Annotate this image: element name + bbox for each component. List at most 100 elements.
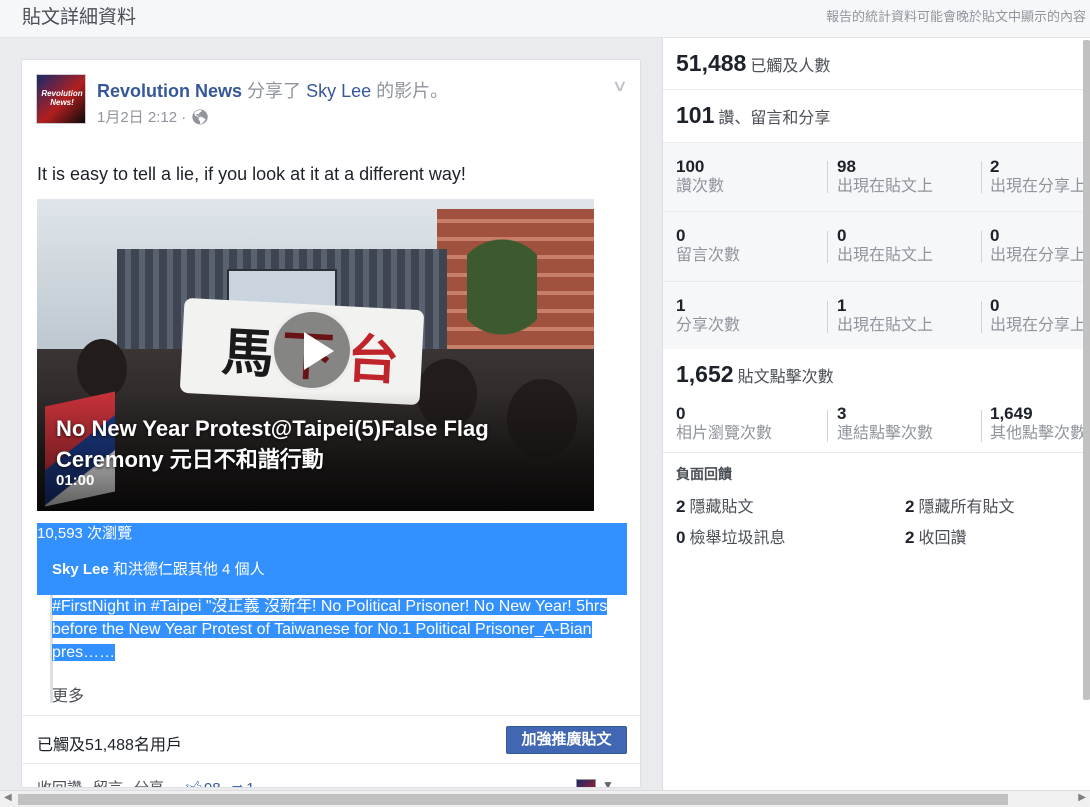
stat-value: 0	[676, 404, 686, 423]
separator: ·	[85, 780, 90, 787]
post-message: It is easy to tell a lie, if you look at…	[37, 164, 466, 184]
banner-char: 馬	[220, 321, 276, 386]
stat-value: 2	[990, 157, 1000, 176]
stat-value: 2	[905, 497, 915, 516]
play-button[interactable]	[271, 309, 353, 391]
video-crowd-head	[77, 339, 127, 399]
horizontal-scrollbar[interactable]: ◀ ▶	[0, 790, 1090, 807]
chevron-down-icon[interactable]: ∨	[612, 76, 628, 96]
post-card: Revolution News! Revolution News 分享了 Sky…	[21, 59, 641, 788]
shares-total: 1 分享次數	[676, 296, 740, 336]
separator: ·	[167, 780, 172, 787]
share-count[interactable]: 1	[246, 780, 254, 787]
divider	[663, 452, 1090, 453]
engagement-breakdown: 100 讚次數 98 出現在貼文上 2 出現在分享上 0 留言次數 0 出現在貼文上 0 出…	[663, 143, 1090, 349]
video-description-text: #FirstNight in #Taipei "沒正義 沒新年! No Poli…	[52, 595, 627, 664]
stat-label: 留言次數	[676, 247, 741, 264]
page-avatar[interactable]: Revolution News!	[36, 74, 86, 124]
hide-post-stat: 2 隱藏貼文	[676, 493, 753, 517]
stat-label: 相片瀏覽次數	[676, 425, 773, 442]
stat-label: 檢舉垃圾訊息	[689, 530, 786, 547]
shared-verb: 分享了	[247, 81, 302, 101]
link-clicks: 3 連結點擊次數	[837, 404, 933, 444]
stat-label: 出現在分享上	[990, 178, 1087, 195]
engagement-label: 讚、留言和分享	[718, 110, 831, 127]
unlike-page-stat: 2 收回讚	[905, 524, 966, 548]
boost-post-button[interactable]: 加強推廣貼文	[506, 726, 627, 754]
stat-value: 0	[990, 226, 1000, 245]
banner-char: 台	[345, 328, 401, 393]
stat-label: 讚次數	[676, 178, 725, 195]
report-spam-stat: 0 檢舉垃圾訊息	[676, 524, 785, 548]
video-title: No New Year Protest@Taipei(5)False Flag …	[56, 416, 489, 472]
scrollbar-thumb[interactable]	[18, 794, 1008, 805]
video-duration: 01:00	[56, 472, 95, 489]
like-count[interactable]: 98	[204, 780, 221, 787]
acting-as-avatar[interactable]	[576, 779, 596, 787]
comments-on-shares: 0 出現在分享上	[990, 226, 1086, 266]
hide-all-posts-stat: 2 隱藏所有貼文	[905, 493, 1014, 517]
share-button[interactable]: 分享	[134, 780, 164, 787]
stat-label: 隱藏所有貼文	[918, 499, 1015, 516]
divider	[663, 89, 1090, 90]
thumbs-up-icon[interactable]: 👍︎	[185, 779, 202, 787]
stat-value: 100	[676, 157, 705, 176]
divider	[981, 301, 982, 333]
scroll-right-icon[interactable]: ▶	[1078, 792, 1086, 803]
stat-label: 其他點擊次數	[990, 425, 1087, 442]
liked-by-name[interactable]: Sky Lee	[52, 561, 109, 578]
stat-value: 0	[676, 528, 686, 547]
selected-text-block: 10,593 次瀏覽 Sky Lee 和洪德仁跟其他 4 個人 #FirstNi…	[37, 523, 627, 703]
view-count-value: 10,593	[37, 525, 83, 542]
post-actions: 收回讚·留言·分享· 👍︎98 ➦1	[37, 777, 255, 787]
stat-label: 隱藏貼文	[689, 499, 754, 516]
stat-value: 0	[990, 296, 1000, 315]
shares-on-shares: 0 出現在分享上	[990, 296, 1086, 336]
divider	[663, 211, 1090, 212]
liked-by-rest: 和洪德仁跟其他 4 個人	[112, 561, 265, 578]
divider	[981, 410, 982, 442]
liked-by-row[interactable]: Sky Lee 和洪德仁跟其他 4 個人	[37, 545, 627, 595]
page-name-link[interactable]: Revolution News	[97, 81, 242, 101]
stat-label: 出現在貼文上	[837, 178, 934, 195]
avatar-logo-text: Revolution News!	[41, 89, 83, 107]
view-count: 10,593 次瀏覽	[37, 523, 627, 545]
video-description: #FirstNight in #Taipei "沒正義 沒新年! No Poli…	[37, 595, 627, 661]
stat-value: 0	[676, 226, 686, 245]
unlike-button[interactable]: 收回讚	[37, 780, 82, 787]
divider	[827, 410, 828, 442]
dialog-title: 貼文詳細資料	[22, 7, 137, 28]
divider	[981, 231, 982, 263]
share-arrow-icon[interactable]: ➦	[231, 778, 244, 787]
stat-label: 出現在分享上	[990, 247, 1087, 264]
globe-icon: 🌎︎	[190, 109, 210, 126]
shares-on-post: 1 出現在貼文上	[837, 296, 933, 336]
post-timestamp[interactable]: 1月2日 2:12 ·	[97, 109, 190, 126]
stat-value: 2	[676, 497, 686, 516]
stat-value: 1	[676, 296, 686, 315]
stat-value: 1,649	[990, 404, 1033, 423]
reach-stat: 51,488 已觸及人數	[676, 50, 830, 77]
engagement-stat: 101 讚、留言和分享	[676, 102, 830, 129]
divider	[827, 161, 828, 193]
reach-summary: 已觸及51,488名用戶	[37, 737, 182, 754]
stat-value: 3	[837, 404, 847, 423]
vertical-scrollbar[interactable]	[1083, 40, 1090, 700]
post-author-line: Revolution News 分享了 Sky Lee 的影片。	[97, 77, 448, 103]
see-more-link[interactable]: 更多	[52, 682, 84, 706]
shared-author-link[interactable]: Sky Lee	[306, 81, 371, 101]
scroll-left-icon[interactable]: ◀	[4, 792, 12, 803]
comment-button[interactable]: 留言	[93, 780, 123, 787]
video-description-content: #FirstNight in #Taipei "沒正義 沒新年! No Poli…	[52, 598, 608, 661]
insights-panel: 51,488 已觸及人數 101 讚、留言和分享 100 讚次數 98 出現在貼文上 2…	[662, 38, 1090, 790]
post-timestamp-line: 1月2日 2:12 · 🌎︎	[97, 106, 209, 127]
stat-value: 0	[837, 226, 847, 245]
stat-value: 2	[905, 528, 915, 547]
stat-label: 分享次數	[676, 317, 741, 334]
caret-down-icon[interactable]: ▼	[602, 778, 614, 787]
post-actions-row: 收回讚·留言·分享· 👍︎98 ➦1 ▼	[22, 763, 640, 787]
reach-value: 51,488	[676, 50, 747, 76]
clicks-value: 1,652	[676, 361, 734, 387]
video-player[interactable]: 馬 下 台 No New Year Protest@Taipei(5)False…	[37, 199, 594, 511]
engagement-value: 101	[676, 102, 715, 128]
